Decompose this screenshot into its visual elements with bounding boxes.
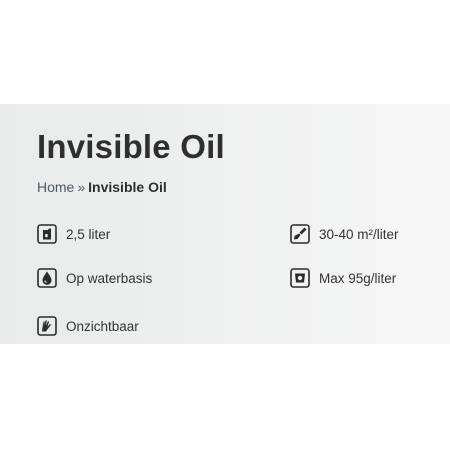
spec-base-label: Op waterbasis <box>66 270 153 286</box>
spec-coverage: 30-40 m²/liter <box>290 224 399 244</box>
breadcrumb-home-link[interactable]: Home <box>37 179 74 195</box>
breadcrumb: Home» Invisible Oil <box>37 178 167 196</box>
water-drop-icon <box>37 268 57 288</box>
spec-volume: 2,5 liter <box>37 224 110 244</box>
spec-finish: Onzichtbaar <box>37 316 139 336</box>
spec-voc-label: Max 95g/liter <box>319 270 397 286</box>
spec-finish-label: Onzichtbaar <box>66 318 139 334</box>
spec-base: Op waterbasis <box>37 268 152 288</box>
breadcrumb-current: Invisible Oil <box>88 179 167 195</box>
page-title: Invisible Oil <box>37 128 225 165</box>
spec-volume-label: 2,5 liter <box>66 226 111 242</box>
spec-voc: Max 95g/liter <box>290 268 396 288</box>
hand-icon <box>37 316 57 336</box>
voc-icon <box>290 268 310 288</box>
container-icon <box>37 224 57 244</box>
spec-coverage-label: 30-40 m²/liter <box>319 226 399 242</box>
brush-icon <box>290 224 310 244</box>
breadcrumb-separator: » <box>77 179 86 195</box>
